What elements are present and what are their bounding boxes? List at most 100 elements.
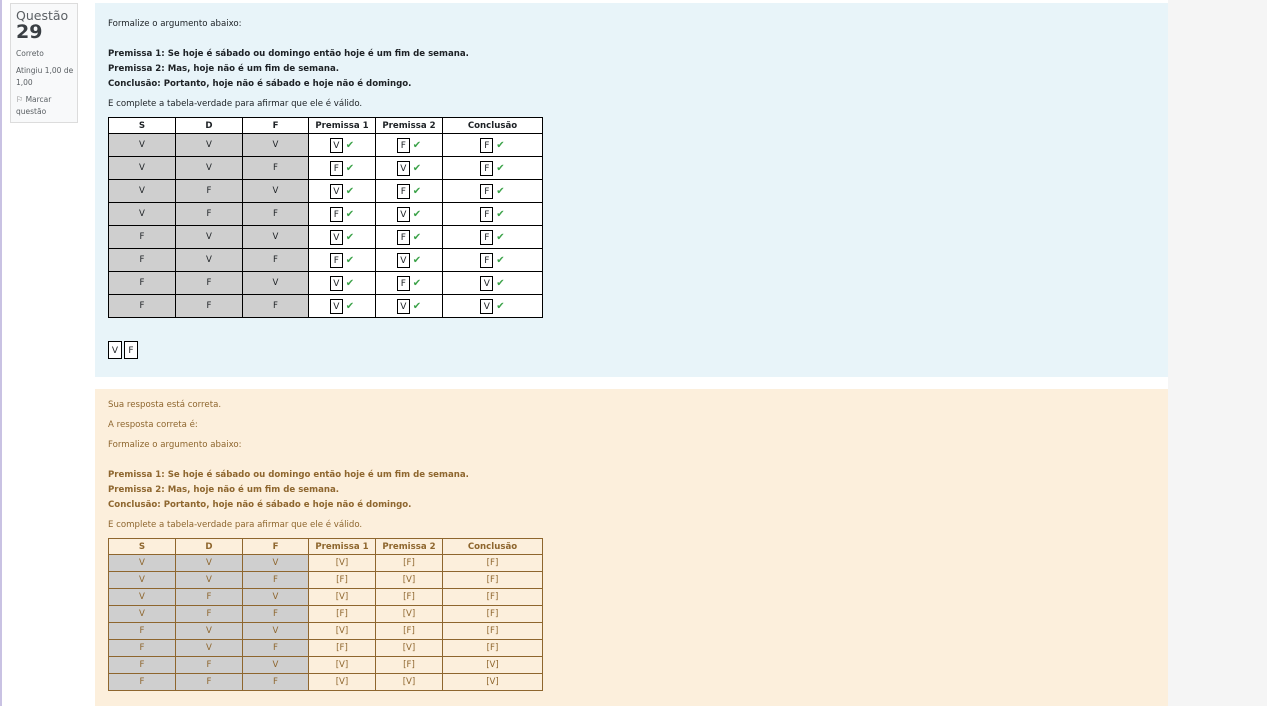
drop-zone-premise-1[interactable]: F (329, 206, 343, 222)
feedback-intro: Formalize o argumento abaixo: (108, 440, 242, 450)
drag-item-v[interactable]: V (108, 341, 122, 359)
answer-cell-premise-2: V ✔ (375, 156, 443, 180)
correct-table-row: V V F [F] [V] [F] (108, 571, 543, 589)
drop-zone-premise-2[interactable]: V (396, 252, 410, 268)
flag-question-link[interactable]: ⚐ Marcar questão (16, 94, 76, 118)
correct-cell-f: F (242, 673, 309, 691)
correct-cell-p1: [F] (308, 571, 376, 589)
col-header-premise-2: Premissa 2 (375, 538, 443, 555)
check-icon: ✔ (345, 185, 355, 197)
correct-cell-d: F (175, 656, 243, 674)
drag-item-f[interactable]: F (124, 341, 138, 359)
answer-cell-premise-1: F ✔ (308, 202, 376, 226)
drop-zone-premise-1[interactable]: F (329, 252, 343, 268)
correct-table-row: V V V [V] [F] [F] (108, 554, 543, 572)
correct-cell-p1: [V] (308, 673, 376, 691)
given-cell-f: V (242, 225, 309, 249)
drop-zone-premise-2[interactable]: F (396, 229, 410, 245)
correct-answer-label: A resposta correta é: (108, 420, 198, 430)
drop-zone-premise-2[interactable]: F (396, 183, 410, 199)
correct-cell-f: F (242, 639, 309, 657)
correct-cell-c: [F] (442, 588, 543, 606)
correct-cell-p2: [F] (375, 622, 443, 640)
correct-cell-c: [V] (442, 656, 543, 674)
check-icon: ✔ (496, 231, 505, 243)
drop-zone-premise-2[interactable]: F (396, 137, 410, 153)
drop-zone-premise-1[interactable]: V (329, 183, 343, 199)
check-icon: ✔ (412, 277, 422, 289)
given-cell-s: F (108, 248, 176, 272)
drop-zone-premise-1[interactable]: V (329, 275, 343, 291)
feedback-premise-2: Premissa 2: Mas, hoje não é um fim de se… (108, 485, 340, 495)
answer-cell-premise-1: V ✔ (308, 294, 376, 318)
drop-zone-conclusion[interactable]: F (480, 183, 494, 199)
truth-table: S D F Premissa 1 Premissa 2 Conclusão VV… (108, 117, 543, 318)
given-cell-s: V (108, 133, 176, 157)
drop-zone-conclusion[interactable]: F (480, 252, 494, 268)
answer-cell-premise-2: V ✔ (375, 202, 443, 226)
truth-table-row: F F V V ✔ F ✔ V ✔ (108, 271, 543, 295)
given-cell-f: V (242, 179, 309, 203)
correct-cell-d: V (175, 622, 243, 640)
given-cell-d: V (175, 225, 243, 249)
question-text-block: Formalize o argumento abaixo: Premissa 1… (95, 3, 1168, 377)
correct-cell-s: V (108, 588, 176, 606)
given-cell-d: V (175, 156, 243, 180)
question-number: 29 (16, 21, 43, 43)
drop-zone-conclusion[interactable]: F (480, 137, 494, 153)
correct-cell-d: V (175, 639, 243, 657)
drop-zone-premise-1[interactable]: V (329, 298, 343, 314)
drop-zone-premise-2[interactable]: F (396, 275, 410, 291)
correct-cell-p1: [F] (308, 605, 376, 623)
answer-cell-premise-1: V ✔ (308, 225, 376, 249)
drop-zone-premise-2[interactable]: V (396, 206, 410, 222)
drop-zone-conclusion[interactable]: V (480, 298, 494, 314)
given-cell-s: F (108, 294, 176, 318)
col-header-s: S (108, 538, 176, 555)
drop-zone-premise-2[interactable]: V (396, 160, 410, 176)
answer-cell-conclusion: F ✔ (442, 225, 543, 249)
correct-cell-c: [F] (442, 605, 543, 623)
correct-cell-p1: [V] (308, 622, 376, 640)
drop-zone-premise-1[interactable]: V (329, 137, 343, 153)
feedback-premise-1: Premissa 1: Se hoje é sábado ou domingo … (108, 470, 469, 480)
given-cell-d: F (175, 179, 243, 203)
check-icon: ✔ (496, 208, 505, 220)
drop-zone-premise-1[interactable]: F (329, 160, 343, 176)
correct-cell-p2: [F] (375, 554, 443, 572)
drop-zone-conclusion[interactable]: F (480, 160, 494, 176)
flag-icon: ⚐ (16, 95, 24, 104)
drop-zone-conclusion[interactable]: F (480, 206, 494, 222)
drop-zone-premise-1[interactable]: V (329, 229, 343, 245)
correct-cell-p1: [F] (308, 639, 376, 657)
given-cell-d: V (175, 133, 243, 157)
given-cell-s: V (108, 202, 176, 226)
correct-cell-p2: [V] (375, 639, 443, 657)
drop-zone-premise-2[interactable]: V (396, 298, 410, 314)
truth-table-row: V F V V ✔ F ✔ F ✔ (108, 179, 543, 203)
given-cell-d: F (175, 294, 243, 318)
correct-cell-c: [F] (442, 639, 543, 657)
drop-zone-conclusion[interactable]: V (480, 275, 494, 291)
answer-cell-premise-1: V ✔ (308, 179, 376, 203)
given-cell-f: F (242, 202, 309, 226)
correct-table-row: V F V [V] [F] [F] (108, 588, 543, 606)
correct-cell-p1: [V] (308, 554, 376, 572)
correct-cell-s: F (108, 639, 176, 657)
answer-cell-premise-2: F ✔ (375, 225, 443, 249)
page-left-border (0, 0, 2, 706)
answer-cell-premise-2: F ✔ (375, 179, 443, 203)
check-icon: ✔ (412, 231, 422, 243)
answer-cell-conclusion: V ✔ (442, 271, 543, 295)
given-cell-d: F (175, 202, 243, 226)
correct-cell-d: V (175, 554, 243, 572)
correct-cell-p2: [V] (375, 571, 443, 589)
correct-cell-p2: [F] (375, 656, 443, 674)
given-cell-s: V (108, 179, 176, 203)
correct-cell-p2: [V] (375, 605, 443, 623)
col-header-d: D (175, 117, 243, 134)
check-icon: ✔ (345, 277, 355, 289)
col-header-f: F (242, 538, 309, 555)
correct-cell-d: F (175, 588, 243, 606)
drop-zone-conclusion[interactable]: F (480, 229, 494, 245)
